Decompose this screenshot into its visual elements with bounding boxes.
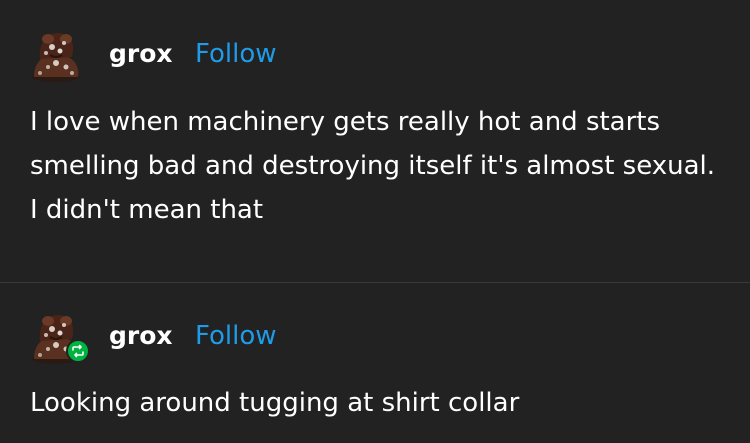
post-text: Looking around tugging at shirt collar	[30, 388, 520, 418]
avatar[interactable]	[28, 309, 90, 365]
username[interactable]: grox	[109, 39, 173, 69]
follow-button[interactable]: Follow	[195, 321, 277, 351]
post-header: grox Follow	[28, 27, 728, 83]
post: grox Follow I love when machinery gets r…	[0, 0, 750, 282]
username[interactable]: grox	[109, 321, 173, 351]
post: grox Follow Looking around tugging at sh…	[0, 283, 750, 443]
post-text: I love when machinery gets really hot an…	[30, 107, 716, 225]
avatar[interactable]	[28, 27, 84, 83]
avatar-image-icon	[32, 33, 80, 82]
reblog-icon	[66, 339, 90, 363]
follow-button[interactable]: Follow	[195, 39, 277, 69]
post-header: grox Follow	[28, 309, 728, 365]
